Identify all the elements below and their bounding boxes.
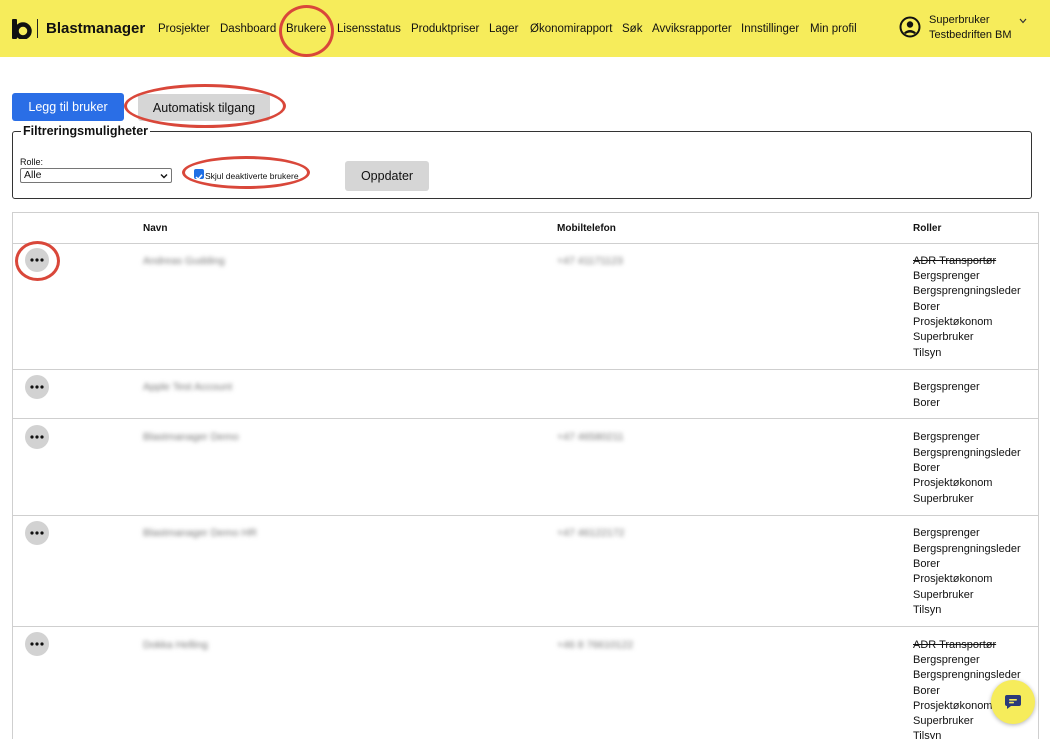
- role-item: Superbruker: [913, 493, 974, 505]
- automatic-access-button[interactable]: Automatisk tilgang: [138, 94, 270, 121]
- nav-dashboard[interactable]: Dashboard: [220, 23, 276, 35]
- logo-divider: [37, 19, 38, 38]
- role-item: Borer: [913, 558, 940, 570]
- nav-avviksrapporter[interactable]: Avviksrapporter: [652, 23, 732, 35]
- nav-produktpriser[interactable]: Produktpriser: [411, 23, 479, 35]
- chat-icon: [1005, 695, 1021, 709]
- user-name-cell[interactable]: Apple Test Account: [143, 381, 232, 393]
- role-filter-value: Alle: [24, 169, 42, 181]
- role-item: Superbruker: [913, 589, 974, 601]
- column-header-name[interactable]: Navn: [143, 223, 167, 234]
- nav-innstillinger[interactable]: Innstillinger: [741, 23, 799, 35]
- user-name[interactable]: Superbruker: [929, 14, 990, 26]
- more-dots-icon: [30, 531, 44, 535]
- role-item: Prosjektøkonom: [913, 477, 993, 489]
- nav-min-profil[interactable]: Min profil: [810, 23, 857, 35]
- column-header-roles[interactable]: Roller: [913, 223, 941, 234]
- row-divider: [12, 418, 1039, 419]
- user-name-cell[interactable]: Dokka Helling: [143, 639, 208, 651]
- role-filter-label: Rolle:: [20, 157, 44, 167]
- add-user-button[interactable]: Legg til bruker: [12, 93, 124, 121]
- chevron-down-icon: [160, 174, 168, 179]
- row-divider: [12, 515, 1039, 516]
- role-item: Borer: [913, 462, 940, 474]
- column-header-phone[interactable]: Mobiltelefon: [557, 223, 616, 234]
- hide-deactivated-label[interactable]: Skjul deaktiverte brukere: [205, 171, 299, 181]
- role-item: Bergsprenger: [913, 270, 980, 282]
- nav-brukere[interactable]: Brukere: [286, 23, 326, 35]
- role-item: Borer: [913, 397, 940, 409]
- role-item: Tilsyn: [913, 347, 942, 359]
- role-item: Prosjektøkonom: [913, 700, 993, 712]
- role-item: Borer: [913, 301, 940, 313]
- role-item: Borer: [913, 685, 940, 697]
- user-company[interactable]: Testbedriften BM: [929, 29, 1012, 41]
- nav-lisensstatus[interactable]: Lisensstatus: [337, 23, 401, 35]
- more-dots-icon: [30, 642, 44, 646]
- row-divider: [12, 369, 1039, 370]
- users-table: [12, 212, 1039, 739]
- filter-legend: Filtreringsmuligheter: [21, 124, 151, 138]
- more-dots-icon: [30, 385, 44, 389]
- role-item: Superbruker: [913, 331, 974, 343]
- role-item: Bergsprengningsleder: [913, 447, 1021, 459]
- user-name-cell[interactable]: Andreas Gudding: [143, 255, 225, 267]
- row-menu-button[interactable]: [25, 248, 49, 272]
- more-dots-icon: [30, 258, 44, 262]
- filter-box: [12, 131, 1032, 199]
- update-button[interactable]: Oppdater: [345, 161, 429, 191]
- row-menu-button[interactable]: [25, 521, 49, 545]
- role-item: ADR Transportør: [913, 639, 997, 651]
- checkmark-icon: [195, 174, 203, 181]
- nav-sok[interactable]: Søk: [622, 23, 642, 35]
- user-phone-cell: +47 46122172: [557, 527, 625, 539]
- role-item: Bergsprenger: [913, 654, 980, 666]
- role-item: Superbruker: [913, 715, 974, 727]
- user-circle-icon[interactable]: [899, 16, 921, 38]
- role-item: Bergsprengningsleder: [913, 285, 1021, 297]
- role-item: Bergsprenger: [913, 527, 980, 539]
- row-menu-button[interactable]: [25, 375, 49, 399]
- role-item: ADR Transportør: [913, 255, 997, 267]
- role-item: Bergsprengningsleder: [913, 669, 1021, 681]
- role-item: Bergsprenger: [913, 381, 980, 393]
- role-filter-select[interactable]: Alle: [20, 168, 172, 183]
- role-item: Tilsyn: [913, 604, 942, 616]
- chevron-down-icon[interactable]: [1018, 16, 1028, 26]
- role-item: Prosjektøkonom: [913, 316, 993, 328]
- role-item: Bergsprenger: [913, 431, 980, 443]
- chat-button[interactable]: [991, 680, 1035, 724]
- nav-lager[interactable]: Lager: [489, 23, 518, 35]
- brand-name[interactable]: Blastmanager: [46, 20, 145, 37]
- role-item: Prosjektøkonom: [913, 573, 993, 585]
- row-divider: [12, 626, 1039, 627]
- blastmanager-logo-icon[interactable]: [11, 19, 33, 39]
- more-dots-icon: [30, 435, 44, 439]
- role-item: Tilsyn: [913, 730, 942, 739]
- role-item: Bergsprengningsleder: [913, 543, 1021, 555]
- user-name-cell[interactable]: Blastmanager Demo: [143, 431, 239, 443]
- nav-prosjekter[interactable]: Prosjekter: [158, 23, 210, 35]
- row-menu-button[interactable]: [25, 632, 49, 656]
- user-phone-cell: +46 8 76610122: [557, 639, 634, 651]
- nav-okonomirapport[interactable]: Økonomirapport: [530, 23, 612, 35]
- hide-deactivated-checkbox[interactable]: [194, 169, 204, 181]
- user-name-cell[interactable]: Blastmanager Demo HR: [143, 527, 257, 539]
- top-navigation-bar: Blastmanager Prosjekter Dashboard Bruker…: [0, 0, 1050, 57]
- user-phone-cell: +47 41171123: [557, 255, 623, 267]
- row-menu-button[interactable]: [25, 425, 49, 449]
- user-phone-cell: +47 46580211: [557, 431, 624, 443]
